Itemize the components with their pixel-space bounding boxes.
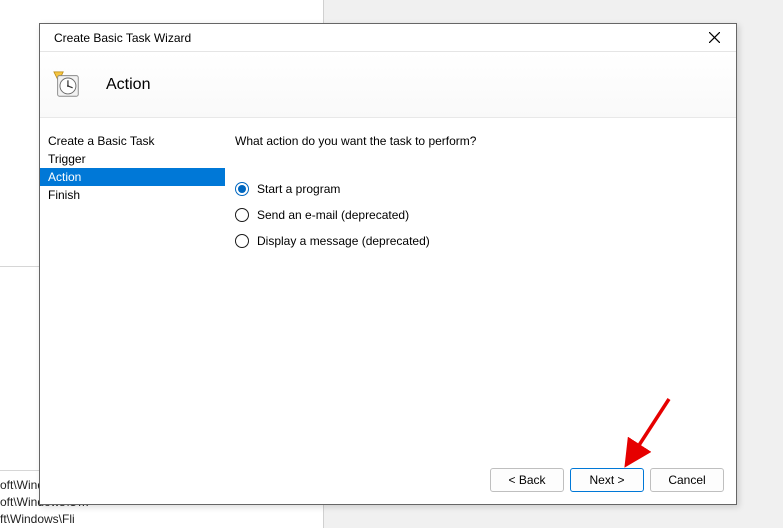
close-button[interactable]: [692, 24, 736, 52]
close-icon: [709, 32, 720, 43]
create-basic-task-wizard-dialog: Create Basic Task Wizard Action C: [39, 23, 737, 505]
wizard-step-finish[interactable]: Finish: [40, 186, 225, 204]
radio-send-an-email[interactable]: Send an e-mail (deprecated): [235, 208, 724, 222]
prompt-text: What action do you want the task to perf…: [235, 134, 724, 148]
step-label: Create a Basic Task: [48, 134, 155, 148]
radio-start-a-program[interactable]: Start a program: [235, 182, 724, 196]
cancel-button[interactable]: Cancel: [650, 468, 724, 492]
wizard-step-create-basic-task[interactable]: Create a Basic Task: [40, 132, 225, 150]
button-label: Cancel: [668, 473, 705, 487]
bg-path-fragment: ft\Windows\Fli: [0, 511, 100, 528]
radio-display-a-message[interactable]: Display a message (deprecated): [235, 234, 724, 248]
dialog-title: Create Basic Task Wizard: [54, 31, 692, 45]
button-label: Next >: [589, 473, 624, 487]
wizard-step-list: Create a Basic Task Trigger Action Finis…: [40, 118, 225, 456]
step-label: Finish: [48, 188, 80, 202]
titlebar[interactable]: Create Basic Task Wizard: [40, 24, 736, 52]
wizard-step-trigger[interactable]: Trigger: [40, 150, 225, 168]
step-label: Action: [48, 170, 81, 184]
wizard-task-icon: [52, 70, 82, 100]
radio-label: Send an e-mail (deprecated): [257, 208, 409, 222]
radio-label: Display a message (deprecated): [257, 234, 430, 248]
wizard-content: What action do you want the task to perf…: [225, 118, 736, 456]
wizard-step-action[interactable]: Action: [40, 168, 225, 186]
radio-icon: [235, 208, 249, 222]
back-button[interactable]: < Back: [490, 468, 564, 492]
radio-icon: [235, 234, 249, 248]
wizard-button-row: < Back Next > Cancel: [40, 456, 736, 504]
radio-icon: [235, 182, 249, 196]
step-label: Trigger: [48, 152, 86, 166]
next-button[interactable]: Next >: [570, 468, 644, 492]
wizard-header: Action: [40, 52, 736, 118]
radio-label: Start a program: [257, 182, 340, 196]
button-label: < Back: [508, 473, 545, 487]
wizard-step-title: Action: [106, 76, 150, 94]
